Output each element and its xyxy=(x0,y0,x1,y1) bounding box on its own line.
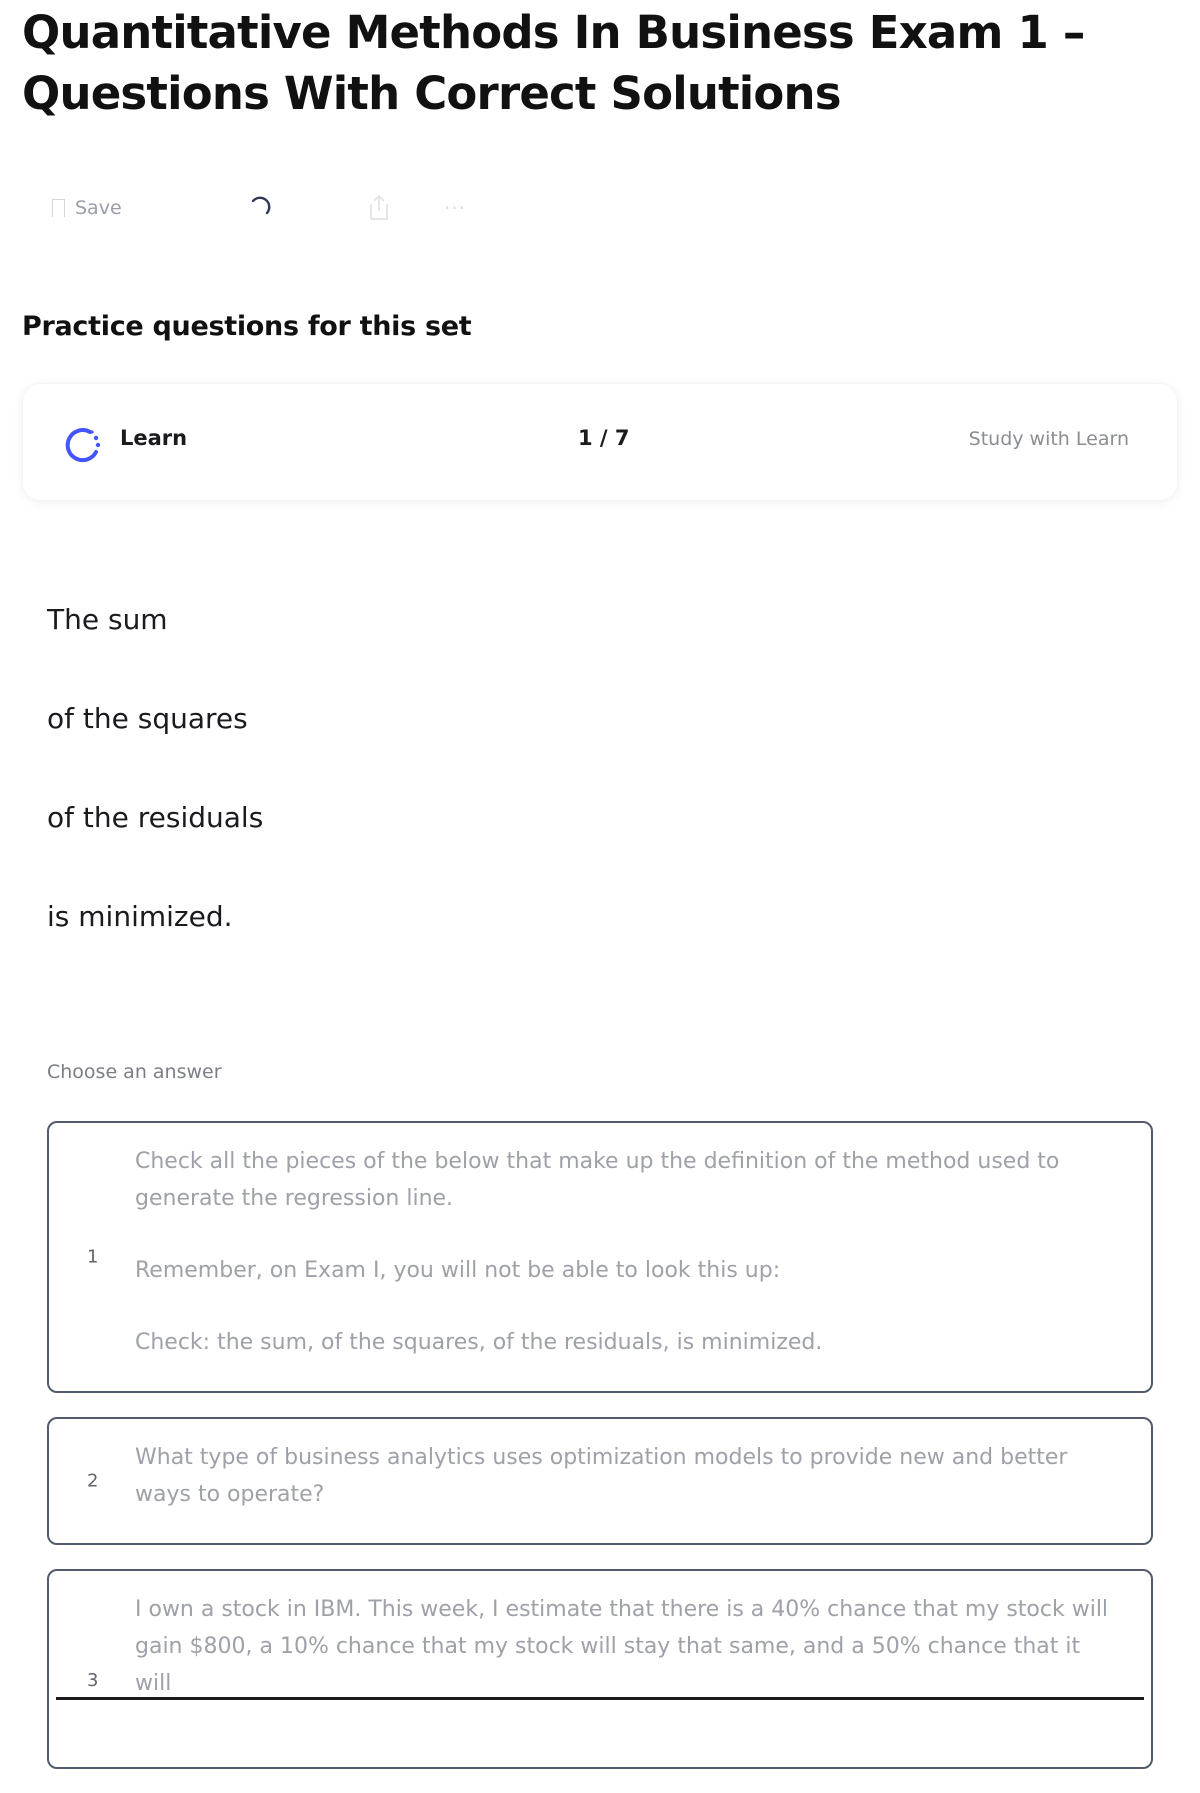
option-text: I own a stock in IBM. This week, I estim… xyxy=(135,1571,1121,1702)
learn-progress-icon xyxy=(65,428,101,463)
option-text: What type of business analytics uses opt… xyxy=(135,1419,1121,1513)
choose-answer-label: Choose an answer xyxy=(47,1061,222,1083)
page-title: Quantitative Methods In Business Exam 1 … xyxy=(22,6,1085,120)
question-term: The sum of the squares of the residuals … xyxy=(47,600,1147,996)
option-paragraph: Check: the sum, of the squares, of the r… xyxy=(135,1330,823,1355)
option-paragraph: I own a stock in IBM. This week, I estim… xyxy=(135,1597,1109,1696)
section-heading: Practice questions for this set xyxy=(22,311,472,342)
set-toolbar: Save ··· xyxy=(52,188,532,228)
more-options-button[interactable]: ··· xyxy=(437,188,473,228)
option-text: Check all the pieces of the below that m… xyxy=(135,1123,1121,1361)
term-line: The sum xyxy=(47,603,168,636)
option-number: 1 xyxy=(87,1246,99,1268)
answer-option-1[interactable]: 1 Check all the pieces of the below that… xyxy=(47,1121,1153,1393)
spinner-icon xyxy=(242,188,278,228)
term-line: of the squares xyxy=(47,702,248,735)
answer-option-3[interactable]: 3 I own a stock in IBM. This week, I est… xyxy=(47,1569,1153,1769)
question-counter: 1 / 7 xyxy=(578,426,630,450)
learn-card[interactable]: Learn 1 / 7 Study with Learn xyxy=(22,383,1178,501)
term-line: of the residuals xyxy=(47,801,264,834)
option-paragraph: Remember, on Exam I, you will not be abl… xyxy=(135,1258,781,1283)
save-button[interactable]: Save xyxy=(52,188,122,228)
term-line: is minimized. xyxy=(47,900,233,933)
share-icon xyxy=(370,194,388,220)
answer-options: 1 Check all the pieces of the below that… xyxy=(47,1121,1153,1793)
option-paragraph: Check all the pieces of the below that m… xyxy=(135,1149,1060,1211)
answer-option-2[interactable]: 2 What type of business analytics uses o… xyxy=(47,1417,1153,1545)
option-paragraph: What type of business analytics uses opt… xyxy=(135,1445,1068,1507)
study-with-learn-link[interactable]: Study with Learn xyxy=(969,428,1129,450)
learn-mode-label: Learn xyxy=(120,426,188,450)
bookmark-icon xyxy=(52,199,65,217)
more-dots-icon: ··· xyxy=(443,196,467,220)
save-label: Save xyxy=(75,197,122,219)
option-number: 2 xyxy=(87,1470,99,1492)
option-number: 3 xyxy=(87,1670,99,1691)
share-button[interactable] xyxy=(364,188,394,228)
